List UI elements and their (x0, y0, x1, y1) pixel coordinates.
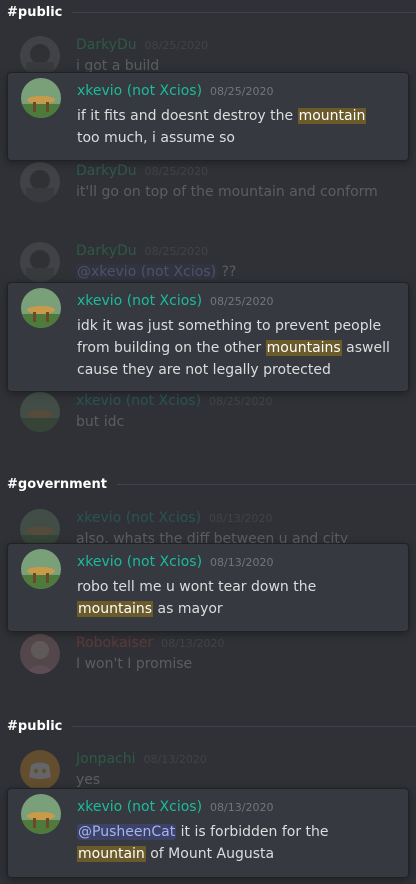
channel-header: #public (0, 714, 416, 738)
text-segment: it is forbidden for the (176, 824, 329, 840)
message-text: yes (76, 772, 101, 788)
text-segment: of Mount Augusta (145, 846, 275, 862)
search-highlight: mountain (77, 846, 146, 862)
text-segment: robo tell me u wont tear down the (77, 579, 317, 595)
message-text: robo tell me u wont tear down the mounta… (77, 576, 392, 620)
timestamp: 08/25/2020 (210, 295, 274, 308)
avatar-xkevio[interactable] (20, 509, 60, 543)
avatar-darkydu[interactable] (20, 242, 60, 282)
search-result-card[interactable]: xkevio (not Xcios) 08/25/2020 if it fits… (7, 72, 409, 161)
message-text: also, whats the diff between u and city (76, 531, 349, 543)
timestamp: 08/13/2020 (143, 753, 207, 766)
avatar-jonpachi[interactable] (20, 750, 60, 788)
timestamp: 08/25/2020 (209, 395, 273, 408)
faded-message: xkevio (not Xcios) 08/13/2020 also, what… (0, 507, 416, 543)
author-name[interactable]: xkevio (not Xcios) (76, 510, 201, 526)
text-segment: if it fits and doesnt destroy the (77, 108, 298, 124)
text-segment: too much, i assume so (77, 130, 235, 146)
timestamp: 08/25/2020 (144, 39, 209, 52)
message-text: but idc (76, 414, 125, 430)
author-name[interactable]: xkevio (not Xcios) (77, 799, 202, 815)
text-segment: as mayor (153, 601, 223, 617)
message-text: if it fits and doesnt destroy the mounta… (77, 105, 392, 149)
divider (72, 725, 416, 727)
timestamp: 08/13/2020 (209, 512, 273, 525)
search-result-card[interactable]: xkevio (not Xcios) 08/13/2020 robo tell … (7, 543, 409, 632)
author-name[interactable]: Jonpachi (76, 751, 136, 767)
author-name[interactable]: xkevio (not Xcios) (76, 393, 201, 409)
author-name[interactable]: DarkyDu (76, 163, 137, 179)
channel-name: #public (7, 718, 63, 734)
text-segment: ?? (217, 264, 237, 280)
user-mention[interactable]: @xkevio (not Xcios) (76, 264, 218, 280)
author-name[interactable]: DarkyDu (76, 243, 137, 259)
channel-header: #government (0, 472, 416, 496)
timestamp: 08/25/2020 (144, 245, 209, 258)
faded-message: Robokaiser 08/13/2020 I won't I promise (0, 632, 416, 682)
message-text: I won't I promise (76, 656, 193, 672)
search-highlight: mountain (297, 108, 367, 124)
avatar-xkevio[interactable] (20, 392, 60, 432)
avatar-xkevio[interactable] (21, 78, 61, 118)
avatar-xkevio[interactable] (21, 794, 61, 834)
search-result-card[interactable]: xkevio (not Xcios) 08/13/2020 @PusheenCa… (7, 788, 409, 878)
avatar-xkevio[interactable] (21, 288, 61, 328)
timestamp: 08/25/2020 (144, 165, 209, 178)
divider (116, 483, 416, 485)
channel-name: #public (7, 4, 63, 20)
avatar-darkydu[interactable] (20, 162, 60, 202)
channel-header: #public (0, 0, 416, 24)
author-name[interactable]: Robokaiser (76, 635, 153, 651)
faded-message: xkevio (not Xcios) 08/25/2020 but idc (0, 390, 416, 440)
message-text: @xkevio (not Xcios) ?? (76, 264, 236, 280)
search-highlight: mountains (265, 340, 342, 356)
channel-name: #government (7, 476, 107, 492)
message-text: it'll go on top of the mountain and conf… (76, 184, 378, 200)
author-name[interactable]: xkevio (not Xcios) (77, 554, 202, 570)
search-highlight: mountains (77, 601, 154, 617)
search-result-card[interactable]: xkevio (not Xcios) 08/25/2020 idk it was… (7, 282, 409, 392)
timestamp: 08/25/2020 (210, 85, 274, 98)
timestamp: 08/13/2020 (210, 801, 274, 814)
avatar-darkydu[interactable] (20, 36, 60, 76)
timestamp: 08/13/2020 (210, 556, 274, 569)
message-text: @PusheenCat it is forbidden for the moun… (77, 821, 392, 865)
faded-message: DarkyDu 08/25/2020 it'll go on top of th… (0, 160, 416, 210)
faded-message: Jonpachi 08/13/2020 yes (0, 748, 416, 788)
author-name[interactable]: DarkyDu (76, 37, 137, 53)
avatar-xkevio[interactable] (21, 549, 61, 589)
timestamp: 08/13/2020 (161, 637, 225, 650)
user-mention[interactable]: @PusheenCat (77, 824, 177, 840)
divider (72, 11, 416, 13)
author-name[interactable]: xkevio (not Xcios) (77, 83, 202, 99)
message-text: idk it was just something to prevent peo… (77, 315, 392, 381)
avatar-robokaiser[interactable] (20, 634, 60, 674)
author-name[interactable]: xkevio (not Xcios) (77, 293, 202, 309)
